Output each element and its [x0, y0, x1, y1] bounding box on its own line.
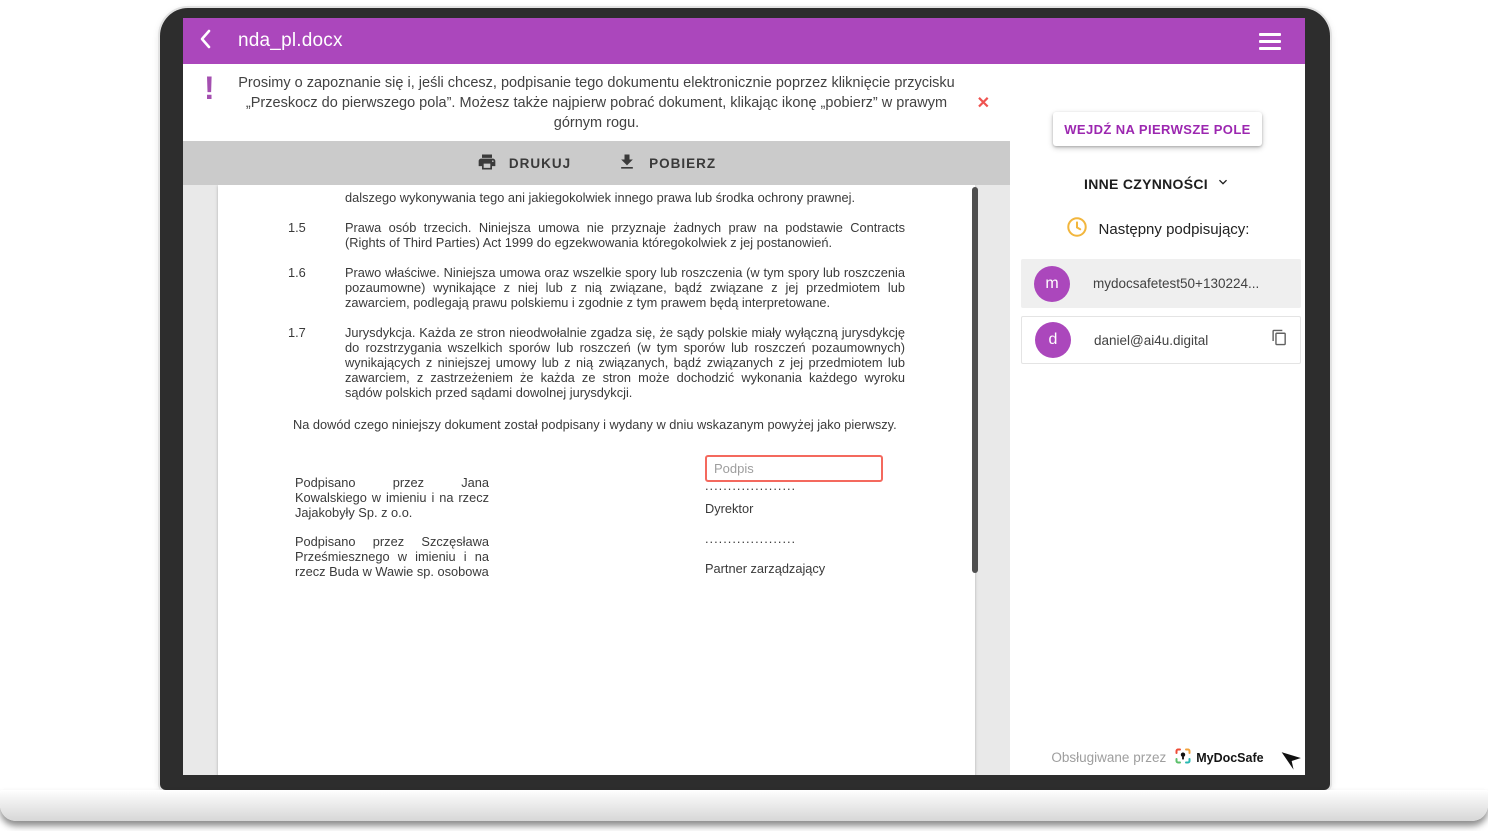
signer-row-current[interactable]: m mydocsafetest50+130224...	[1021, 259, 1301, 308]
print-button[interactable]: DRUKUJ	[477, 152, 571, 175]
clock-icon	[1066, 216, 1088, 242]
document-title: nda_pl.docx	[238, 30, 343, 52]
signatory-role: Partner zarządzający	[705, 561, 915, 576]
notice-banner: ! Prosimy o zapoznanie się i, jeśli chce…	[183, 64, 1010, 141]
download-button[interactable]: POBIERZ	[617, 152, 716, 175]
title-bar: nda_pl.docx	[183, 18, 1305, 64]
dotted-signature-line: ....................	[705, 478, 915, 493]
signatory-statement: Podpisano przez Szczęsława Prześmieszneg…	[295, 534, 489, 579]
mydocsafe-logo: MyDocSafe	[1175, 748, 1263, 767]
clause-continuation: dalszego wykonywania tego ani jakiegokol…	[345, 190, 905, 205]
signatory-statement: Podpisano przez Jana Kowalskiego w imien…	[295, 475, 489, 520]
clause-number: 1.5	[288, 220, 345, 250]
next-signer-label: Następny podpisujący:	[1099, 221, 1250, 238]
dotted-signature-line: ....................	[705, 531, 915, 546]
avatar: d	[1035, 322, 1071, 358]
chevron-left-icon	[196, 28, 216, 55]
other-actions-label: INNE CZYNNOŚCI	[1084, 176, 1208, 192]
chevron-down-icon	[1215, 174, 1231, 193]
clause-number: 1.6	[288, 265, 345, 310]
hamburger-menu-button[interactable]	[1255, 26, 1285, 56]
clause-1-6: 1.6 Prawo właściwe. Niniejsza umowa oraz…	[288, 265, 905, 310]
clause-text: Prawo właściwe. Niniejsza umowa oraz wsz…	[345, 265, 905, 310]
exclamation-icon: !	[204, 72, 215, 104]
clause-1-5: 1.5 Prawa osób trzecich. Niniejsza umowa…	[288, 220, 905, 250]
copy-email-button[interactable]	[1271, 329, 1288, 351]
powered-by-footer: Obsługiwane przez MyDocSafe	[1010, 748, 1305, 767]
laptop-base	[0, 790, 1488, 821]
app-window: nda_pl.docx ! Prosimy o zapoznanie się i…	[183, 18, 1305, 775]
printer-icon	[477, 152, 497, 175]
signer-email: mydocsafetest50+130224...	[1093, 276, 1301, 291]
cursor-pointer	[1276, 745, 1308, 784]
document-toolbar: DRUKUJ POBIERZ	[183, 141, 1010, 185]
document-viewer: dalszego wykonywania tego ani jakiegokol…	[183, 185, 1010, 775]
back-button[interactable]	[183, 18, 229, 64]
clause-1-7: 1.7 Jurysdykcja. Każda ze stron nieodwoł…	[288, 325, 905, 400]
print-label: DRUKUJ	[509, 156, 571, 171]
brand-name: MyDocSafe	[1196, 751, 1263, 765]
clause-text: Jurysdykcja. Każda ze stron nieodwołalni…	[345, 325, 905, 400]
copy-icon	[1271, 329, 1288, 351]
clause-text: Prawa osób trzecich. Niniejsza umowa nie…	[345, 220, 905, 250]
hamburger-icon	[1259, 33, 1281, 36]
document-page: dalszego wykonywania tego ani jakiegokol…	[218, 185, 975, 775]
signer-row[interactable]: d daniel@ai4u.digital	[1021, 316, 1301, 364]
clause-number: 1.7	[288, 325, 345, 400]
signer-email: daniel@ai4u.digital	[1094, 333, 1271, 348]
notice-text: Prosimy o zapoznanie się i, jeśli chcesz…	[226, 73, 968, 133]
signing-sidebar: WEJDŹ NA PIERWSZE POLE INNE CZYNNOŚCI Na…	[1010, 64, 1305, 775]
closing-statement: Na dowód czego niniejszy dokument został…	[293, 417, 905, 432]
go-to-first-field-button[interactable]: WEJDŹ NA PIERWSZE POLE	[1053, 112, 1262, 146]
signature-section: Podpisano przez Jana Kowalskiego w imien…	[218, 455, 975, 675]
signatory-role: Dyrektor	[705, 501, 915, 516]
download-icon	[617, 152, 637, 175]
document-scrollbar[interactable]	[972, 187, 978, 573]
close-notice-button[interactable]: ✕	[977, 93, 990, 113]
next-signer-header: Następny podpisujący:	[1066, 216, 1250, 242]
mydocsafe-icon	[1175, 748, 1191, 767]
powered-by-label: Obsługiwane przez	[1051, 750, 1166, 765]
download-label: POBIERZ	[649, 156, 716, 171]
avatar: m	[1034, 266, 1070, 302]
signer-list: m mydocsafetest50+130224... d daniel@ai4…	[1010, 259, 1305, 372]
other-actions-dropdown[interactable]: INNE CZYNNOŚCI	[1084, 174, 1231, 193]
